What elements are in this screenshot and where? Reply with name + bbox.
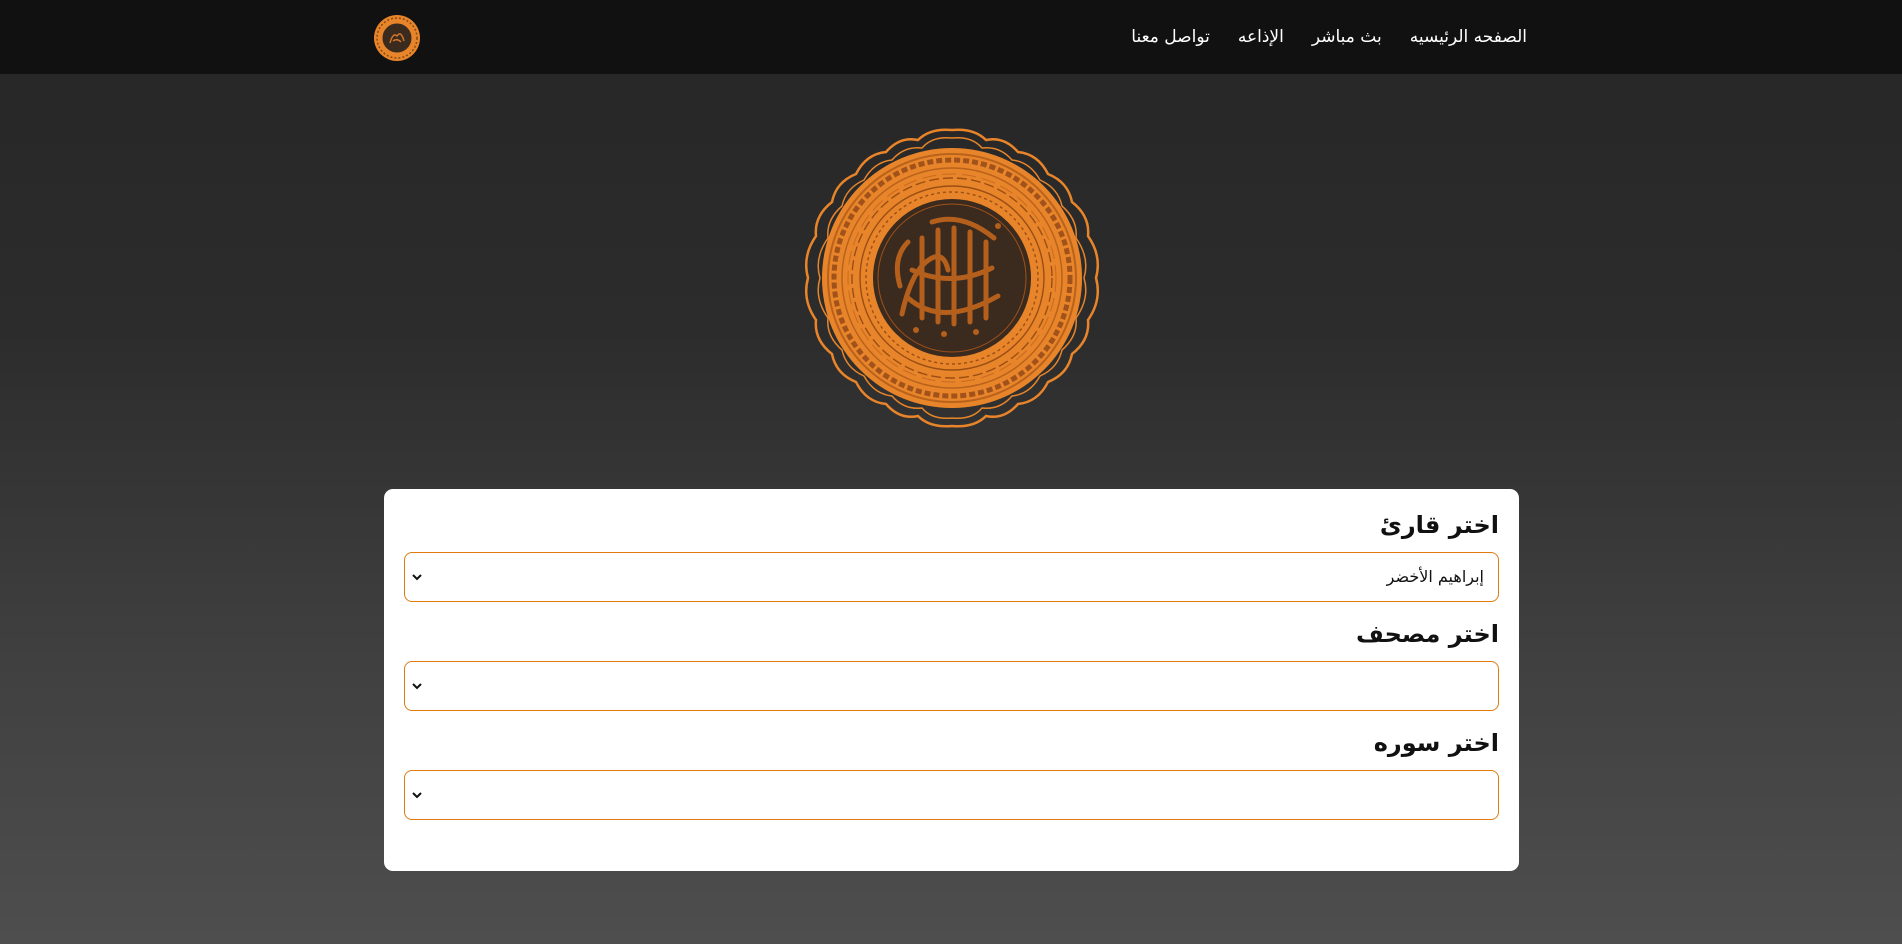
surah-title: اختر سوره <box>1373 729 1499 757</box>
selection-card: اختر قارئ إبراهيم الأخضر اختر مصحف اختر … <box>384 489 1519 871</box>
quran-emblem-icon <box>374 15 420 61</box>
nav-link-live[interactable]: بث مباشر <box>1312 27 1382 47</box>
chevron-down-icon <box>412 683 422 690</box>
nav-link-contact[interactable]: تواصل معنا <box>1131 27 1210 47</box>
reciter-selected-value: إبراهيم الأخضر <box>1386 567 1484 586</box>
nav-link-radio[interactable]: الإذاعه <box>1238 27 1284 47</box>
mushaf-title: اختر مصحف <box>1356 620 1499 648</box>
nav-links: الصفحه الرئيسيه بث مباشر الإذاعه تواصل م… <box>1131 0 1527 74</box>
hero-logo <box>804 128 1100 428</box>
reciter-title: اختر قارئ <box>1379 511 1499 539</box>
navbar: الصفحه الرئيسيه بث مباشر الإذاعه تواصل م… <box>0 0 1902 74</box>
mushaf-select[interactable] <box>404 661 1499 711</box>
surah-select[interactable] <box>404 770 1499 820</box>
quran-emblem-icon <box>805 128 1099 428</box>
reciter-select[interactable]: إبراهيم الأخضر <box>404 552 1499 602</box>
nav-link-home[interactable]: الصفحه الرئيسيه <box>1410 27 1527 47</box>
nav-logo[interactable] <box>373 14 421 62</box>
chevron-down-icon <box>412 574 422 581</box>
chevron-down-icon <box>412 792 422 799</box>
